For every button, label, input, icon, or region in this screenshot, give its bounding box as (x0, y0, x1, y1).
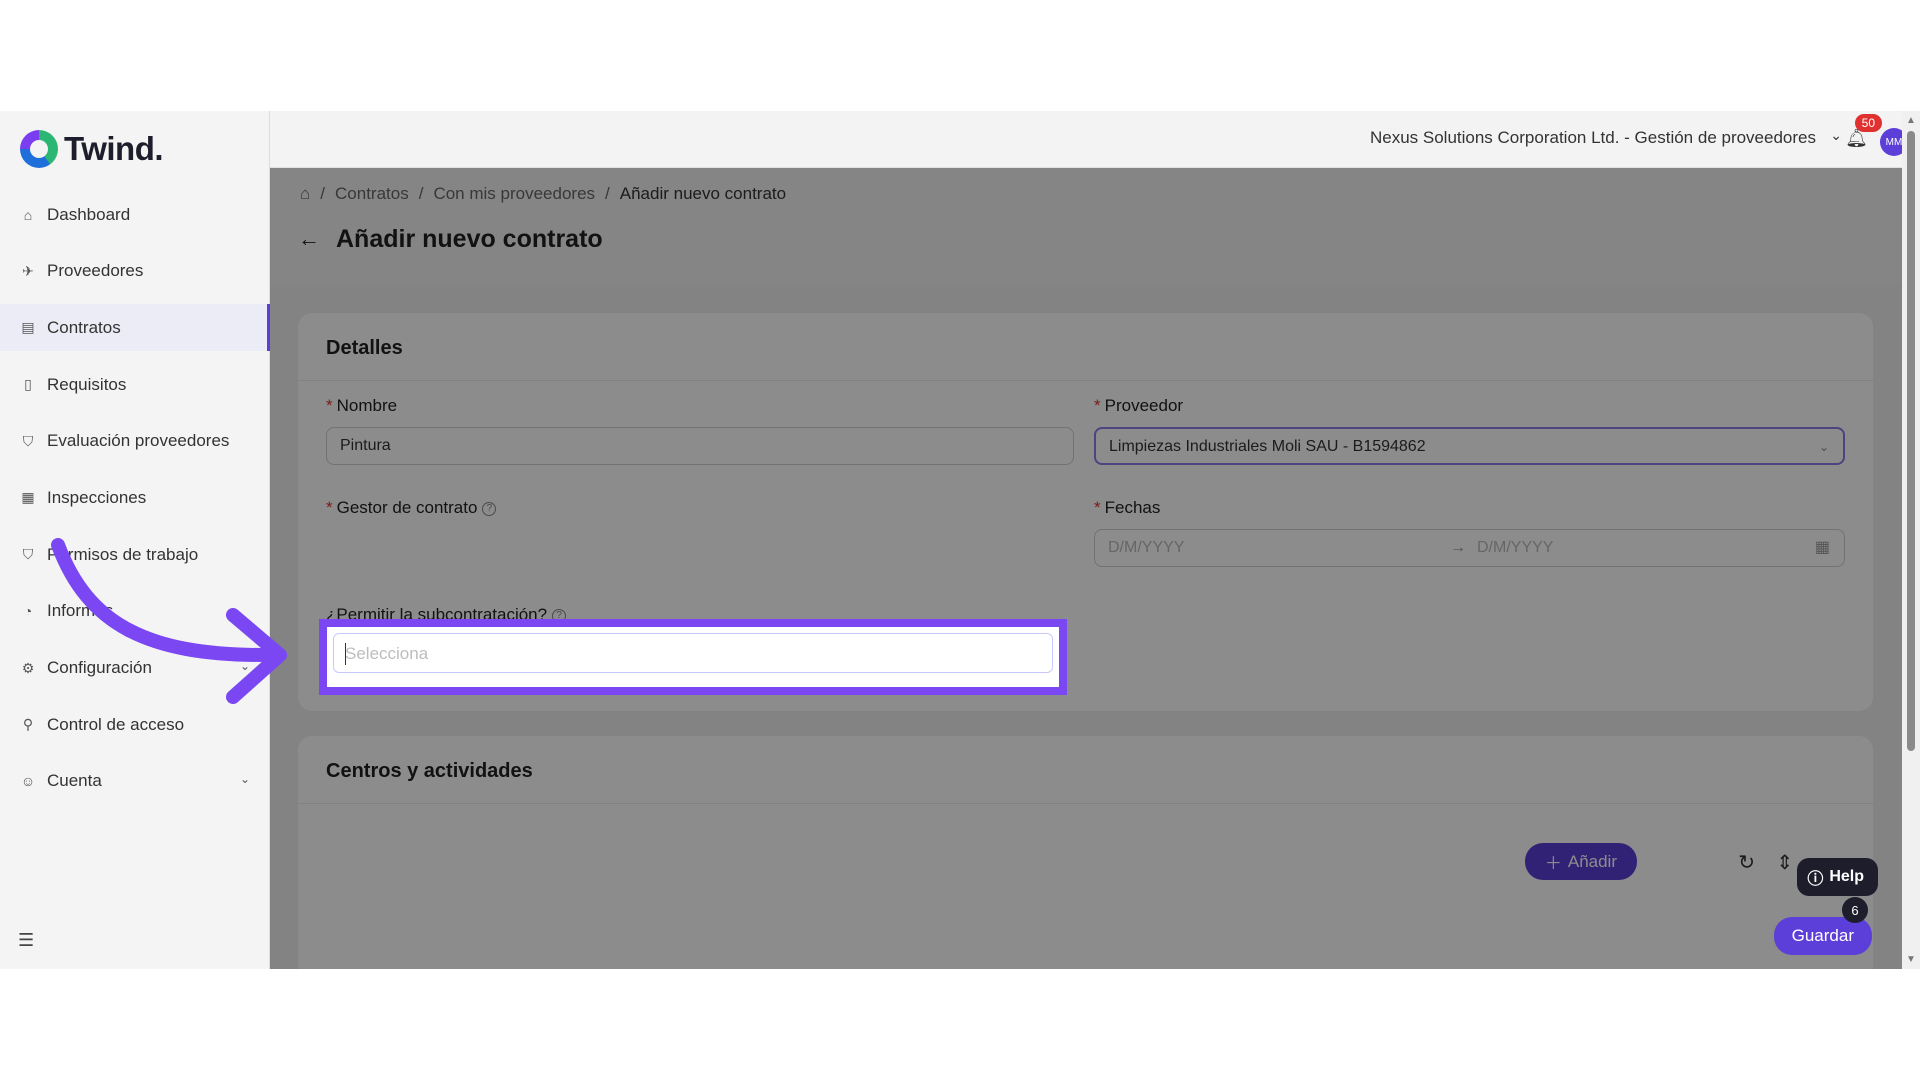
sidebar-item-contratos[interactable]: ▤ Contratos (0, 304, 270, 352)
breadcrumb-contratos[interactable]: Contratos (335, 184, 409, 204)
inspection-icon: ▦ (21, 489, 35, 506)
divider (298, 380, 1873, 381)
sidebar-item-cuenta[interactable]: ☺ Cuenta ⌄ (0, 758, 270, 805)
document-icon: ▯ (24, 376, 32, 393)
details-title: Detalles (326, 337, 403, 359)
proveedor-label: * Proveedor (1094, 396, 1183, 416)
chevron-down-icon[interactable]: ⌄ (1830, 127, 1842, 144)
contract-icon: ▤ (21, 319, 35, 336)
scroll-down-icon[interactable]: ▼ (1906, 954, 1916, 965)
back-arrow-icon[interactable]: ← (298, 226, 320, 252)
breadcrumb-separator: / (605, 184, 610, 203)
help-circle-icon[interactable]: ? (482, 501, 497, 516)
fecha-fin-input[interactable]: D/M/YYYY (1477, 530, 1553, 566)
sidebar-item-label: Proveedores (47, 261, 144, 281)
badge-icon: ⛉ (22, 546, 34, 563)
page-title: Añadir nuevo contrato (336, 225, 603, 253)
divider (298, 803, 1873, 804)
proveedor-label-text: Proveedor (1104, 396, 1184, 415)
brand-name: Twind. (64, 130, 164, 167)
annotation-arrow-icon (51, 538, 287, 704)
nombre-input[interactable]: Pintura (326, 427, 1074, 465)
key-icon: ⚲ (22, 716, 34, 733)
fechas-label: * Fechas (1094, 498, 1160, 518)
main-content: ⌂ / Contratos / Con mis proveedores / Añ… (270, 168, 1920, 969)
highlight-box: Selecciona (319, 619, 1067, 695)
help-button-label: Help (1829, 868, 1864, 885)
collapse-sidebar-icon[interactable]: ☰ (18, 930, 34, 951)
scroll-up-icon[interactable]: ▲ (1906, 115, 1916, 126)
sidebar-item-label: Inspecciones (47, 487, 147, 507)
scrollbar[interactable]: ▲ ▼ (1902, 111, 1920, 969)
breadcrumb-separator: / (320, 184, 326, 203)
sidebar-nav: ⌂ Dashboard ✈ Proveedores ▤ Contratos ▯ … (0, 191, 270, 815)
proveedor-select[interactable]: Limpiezas Industriales Moli SAU - B15948… (1094, 427, 1845, 465)
notification-badge: 50 (1854, 114, 1882, 132)
logo-icon (20, 130, 58, 168)
scroll-thumb[interactable] (1907, 131, 1915, 751)
smile-icon: ☺ (20, 773, 36, 790)
add-button-label: Añadir (1567, 851, 1617, 871)
chevron-down-icon: ⌄ (1818, 440, 1829, 454)
rocket-icon: ✈ (22, 262, 34, 279)
fechas-label-text: Fechas (1104, 498, 1161, 517)
breadcrumb: ⌂ / Contratos / Con mis proveedores / Añ… (300, 184, 786, 204)
gestor-select-input[interactable]: Selecciona (333, 633, 1053, 673)
sidebar-item-requisitos[interactable]: ▯ Requisitos (0, 361, 270, 408)
refresh-icon[interactable]: ↻ (1738, 850, 1755, 875)
sidebar-item-evaluacion[interactable]: ⛉ Evaluación proveedores (0, 418, 270, 465)
arrow-right-icon: → (1450, 539, 1466, 556)
company-selector[interactable]: Nexus Solutions Corporation Ltd. - Gesti… (1370, 128, 1816, 148)
gestor-placeholder: Selecciona (345, 644, 429, 663)
help-button[interactable]: ⓘ Help (1797, 858, 1878, 896)
fechas-range-picker[interactable]: D/M/YYYY → D/M/YYYY ▦ (1094, 529, 1845, 567)
gear-icon: ⚙ (21, 659, 35, 676)
sidebar-item-label: Contratos (47, 317, 121, 337)
sidebar-item-label: Cuenta (47, 771, 102, 791)
breadcrumb-separator: / (418, 184, 424, 203)
sidebar-item-label: Dashboard (47, 204, 131, 224)
gestor-label: * Gestor de contrato? (326, 498, 497, 518)
nombre-label: * Nombre (326, 396, 397, 416)
centros-card: Centros y actividades ＋ Añadir ↻ ⇕ (298, 736, 1873, 969)
required-mark: * (326, 396, 333, 415)
calendar-icon[interactable]: ▦ (1815, 530, 1830, 566)
chevron-down-icon: ⌄ (239, 771, 250, 786)
topbar: Nexus Solutions Corporation Ltd. - Gesti… (270, 111, 1920, 168)
sidebar-item-dashboard[interactable]: ⌂ Dashboard (0, 191, 270, 238)
add-button[interactable]: ＋ Añadir (1524, 843, 1637, 880)
logo[interactable]: Twind. (20, 129, 164, 169)
centros-title: Centros y actividades (326, 760, 533, 782)
sidebar-item-label: Requisitos (47, 374, 127, 394)
sidebar-item-inspecciones[interactable]: ▦ Inspecciones (0, 474, 270, 521)
fecha-inicio-input[interactable]: D/M/YYYY (1108, 539, 1184, 556)
help-circle-icon: ⓘ (1807, 871, 1824, 888)
nombre-label-text: Nombre (336, 396, 398, 415)
proveedor-value: Limpiezas Industriales Moli SAU - B15948… (1109, 438, 1426, 455)
home-icon[interactable]: ⌂ (300, 184, 310, 204)
gestor-label-text: Gestor de contrato (336, 498, 478, 517)
sidebar-item-proveedores[interactable]: ✈ Proveedores (0, 248, 270, 295)
required-mark: * (1094, 498, 1101, 517)
density-icon[interactable]: ⇕ (1776, 850, 1793, 875)
required-mark: * (326, 498, 333, 517)
breadcrumb-current: Añadir nuevo contrato (619, 184, 787, 203)
required-mark: * (1094, 396, 1101, 415)
chart-icon: ◔ (23, 603, 33, 620)
sidebar-item-label: Evaluación proveedores (47, 431, 230, 451)
app-window: Twind. ⌂ Dashboard ✈ Proveedores ▤ Contr… (0, 111, 1920, 969)
shield-icon: ⛉ (22, 432, 34, 449)
breadcrumb-con-mis-proveedores[interactable]: Con mis proveedores (433, 184, 595, 204)
home-icon: ⌂ (23, 206, 33, 223)
help-count-badge: 6 (1842, 897, 1868, 923)
sidebar-item-label: Control de acceso (47, 714, 185, 734)
plus-icon: ＋ (1544, 854, 1562, 873)
